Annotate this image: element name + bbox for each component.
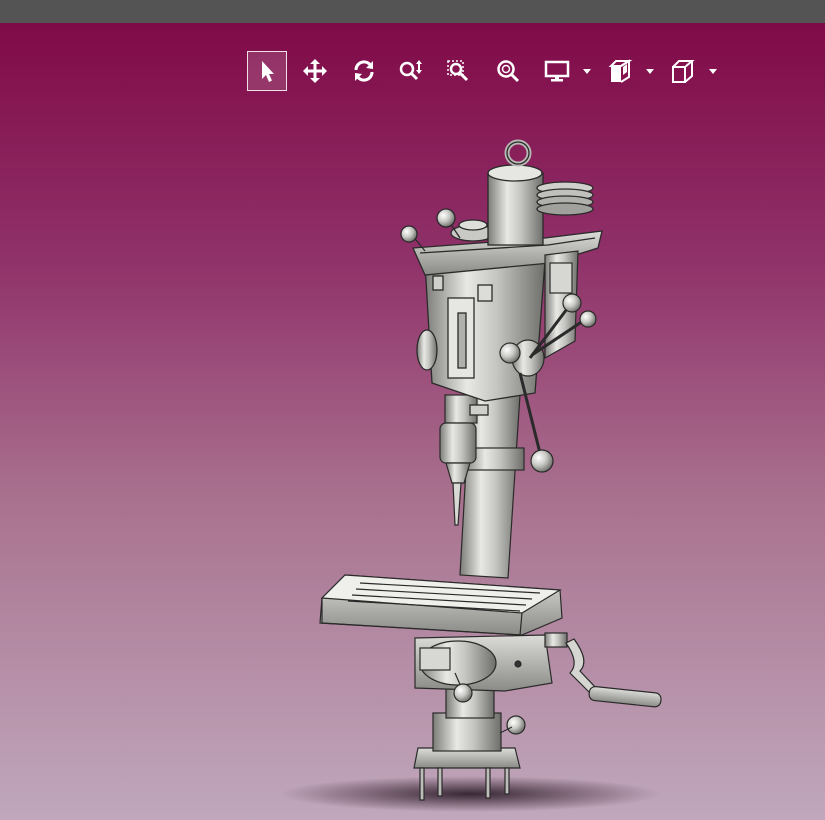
- view-toolbar: [247, 51, 727, 91]
- zoom-fit-icon: [497, 60, 520, 83]
- monitor-icon: [544, 60, 570, 82]
- section-button[interactable]: [600, 51, 640, 91]
- zoom-box-icon: [447, 60, 469, 82]
- 3d-viewport[interactable]: [0, 23, 825, 820]
- zoom-area-button[interactable]: [439, 51, 479, 91]
- view-orientation-button[interactable]: [663, 51, 703, 91]
- window-title-bar: [0, 0, 825, 23]
- rotate-icon: [354, 60, 374, 82]
- caret-down-icon: [646, 69, 654, 74]
- zoom-button[interactable]: [391, 51, 431, 91]
- ground-shadow: [280, 776, 660, 812]
- caret-down-icon: [709, 69, 717, 74]
- display-mode-button[interactable]: [537, 51, 577, 91]
- pan-button[interactable]: [295, 51, 335, 91]
- section-dropdown[interactable]: [645, 63, 655, 79]
- view-orientation-dropdown[interactable]: [708, 63, 718, 79]
- zoom-updown-icon: [399, 60, 422, 81]
- rotate-button[interactable]: [344, 51, 384, 91]
- caret-down-icon: [583, 69, 591, 74]
- display-mode-dropdown[interactable]: [582, 63, 592, 79]
- work-table: [319, 574, 563, 636]
- select-button[interactable]: [247, 51, 287, 91]
- cube-icon: [672, 60, 695, 83]
- zoom-fit-button[interactable]: [488, 51, 528, 91]
- drill-press-model[interactable]: [0, 23, 825, 820]
- cursor-arrow-icon: [262, 61, 274, 82]
- section-cube-icon: [608, 59, 633, 83]
- move-arrows-icon: [303, 59, 327, 83]
